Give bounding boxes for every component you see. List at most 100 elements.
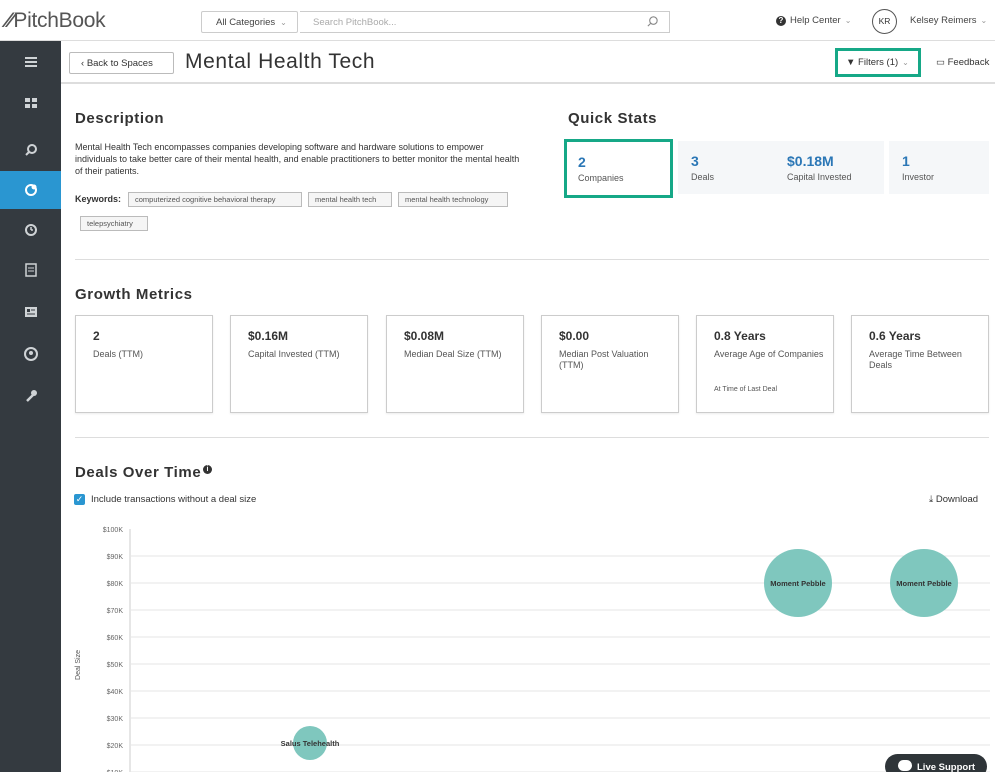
stat-label: Deals [691, 172, 715, 182]
feedback-button[interactable]: ▭ Feedback [936, 57, 989, 68]
stat-investors[interactable]: 1 Investor [889, 141, 989, 194]
chevron-down-icon: ⌄ [844, 16, 852, 25]
question-icon: ? [776, 16, 786, 26]
nav-dashboard[interactable] [0, 84, 61, 122]
keyword-tag[interactable]: telepsychiatry [80, 216, 148, 231]
stat-label: Companies [578, 173, 624, 183]
nav-spaces[interactable] [0, 171, 61, 209]
chevron-down-icon: ⌄ [902, 58, 909, 67]
y-tick-label: $90K [107, 554, 124, 561]
filters-button[interactable]: ▼ Filters (1) ⌄ [835, 48, 921, 77]
feedback-label: Feedback [947, 57, 990, 68]
grid-icon [24, 98, 37, 108]
stat-companies[interactable]: 2 Companies [564, 139, 673, 198]
nav-account[interactable] [0, 335, 61, 373]
deals-chart: $100K$90K$80K$70K$60K$50K$40K$30K$20K$10… [75, 527, 990, 772]
stat-label: Capital Invested [787, 172, 852, 182]
top-bar: ⁄⁄PitchBook All Categories ⌄ Search Pitch… [0, 0, 995, 41]
metric-card: 0.8 Years Average Age of Companies At Ti… [696, 315, 834, 413]
stat-deals[interactable]: 3 Deals [678, 141, 775, 194]
help-center-label: Help Center [790, 15, 841, 26]
nav-history[interactable] [0, 211, 61, 249]
live-support-label: Live Support [917, 762, 976, 772]
metric-value: $0.00 [559, 329, 590, 343]
stat-value: 3 [691, 153, 699, 169]
keyword-tag[interactable]: mental health tech [308, 192, 392, 207]
stat-capital-invested[interactable]: $0.18M Capital Invested [774, 141, 884, 194]
y-tick-label: $60K [107, 635, 124, 642]
y-tick-label: $40K [107, 689, 124, 696]
pitchbook-logo[interactable]: ⁄⁄PitchBook [6, 9, 106, 33]
y-axis-label: Deal Size [75, 650, 82, 680]
deal-bubble-label: Moment Pebble [896, 579, 951, 588]
search-input[interactable]: Search PitchBook... [300, 11, 670, 33]
help-center-menu[interactable]: ? Help Center ⌄ [776, 15, 851, 26]
deals-title-text: Deals Over Time [75, 464, 202, 481]
spaces-icon [24, 184, 37, 196]
filter-icon: ▼ [846, 57, 859, 68]
metric-card: 2 Deals (TTM) [75, 315, 213, 413]
metric-label: Median Deal Size (TTM) [404, 349, 502, 359]
metric-label: Deals (TTM) [93, 349, 143, 359]
nav-profiles[interactable] [0, 293, 61, 331]
deal-bubble-label: Moment Pebble [770, 579, 825, 588]
description-text: Mental Health Tech encompasses companies… [75, 142, 520, 176]
stat-label: Investor [902, 172, 935, 182]
nav-reports[interactable] [0, 251, 61, 289]
clock-icon [24, 224, 37, 236]
divider [75, 437, 989, 438]
metric-label: Median Post Valuation (TTM) [559, 349, 649, 370]
description-title: Description [75, 110, 165, 127]
keyword-tag[interactable]: computerized cognitive behavioral therap… [128, 192, 302, 207]
metric-value: 0.6 Years [869, 329, 921, 343]
avatar[interactable]: KR [872, 9, 897, 34]
metric-label: Capital Invested (TTM) [248, 349, 340, 359]
growth-metrics-title: Growth Metrics [75, 286, 193, 303]
live-support-button[interactable]: Live Support [885, 754, 987, 772]
y-tick-label: $70K [107, 608, 124, 615]
back-to-spaces-button[interactable]: ‹ Back to Spaces [69, 52, 174, 74]
y-tick-label: $50K [107, 662, 124, 669]
logo-text: PitchBook [13, 9, 106, 32]
include-no-size-checkbox[interactable]: ✓ [74, 494, 85, 505]
stat-value: 2 [578, 154, 586, 170]
metric-sublabel: At Time of Last Deal [714, 386, 778, 393]
download-button[interactable]: ⤓ Download [929, 494, 978, 505]
user-icon [23, 347, 38, 361]
category-select[interactable]: All Categories ⌄ [201, 11, 298, 33]
back-label: Back to Spaces [86, 58, 153, 69]
stat-value: 1 [902, 153, 910, 169]
metric-value: $0.08M [404, 329, 445, 343]
chevron-down-icon: ⌄ [280, 18, 287, 27]
metric-label: Average Time Between Deals [869, 349, 962, 370]
nav-menu[interactable] [0, 43, 61, 81]
metric-card: 0.6 Years Average Time Between Deals [851, 315, 989, 413]
y-tick-label: $20K [107, 743, 124, 750]
user-menu[interactable]: Kelsey Reimers ⌄ [910, 15, 987, 26]
download-icon: ⤓ [929, 494, 936, 505]
filters-label: Filters (1) [858, 57, 899, 68]
keywords-label: Keywords: [75, 194, 122, 204]
category-select-value: All Categories [216, 17, 276, 28]
metric-value: $0.16M [248, 329, 289, 343]
deals-over-time-title: Deals Over Time i [75, 464, 213, 481]
metric-card: $0.08M Median Deal Size (TTM) [386, 315, 524, 413]
search-icon[interactable] [646, 15, 659, 28]
space-header: ‹ Back to Spaces Mental Health Tech ▼ Fi… [61, 41, 995, 84]
chevron-down-icon: ⌄ [980, 16, 988, 25]
hamburger-icon [24, 57, 37, 67]
page-title: Mental Health Tech [185, 50, 376, 73]
chat-bubble-icon [898, 760, 912, 771]
nav-tools[interactable] [0, 377, 61, 415]
stat-value: $0.18M [787, 153, 834, 169]
metric-label: Average Age of Companies [714, 349, 824, 359]
y-tick-label: $30K [107, 716, 124, 723]
quick-stats-title: Quick Stats [568, 110, 658, 127]
y-tick-label: $80K [107, 581, 124, 588]
keyword-tag[interactable]: mental health technology [398, 192, 508, 207]
include-no-size-label: Include transactions without a deal size [91, 494, 257, 505]
left-nav [0, 41, 61, 772]
info-icon[interactable]: i [203, 465, 213, 474]
search-icon [24, 144, 37, 156]
nav-search[interactable] [0, 131, 61, 169]
